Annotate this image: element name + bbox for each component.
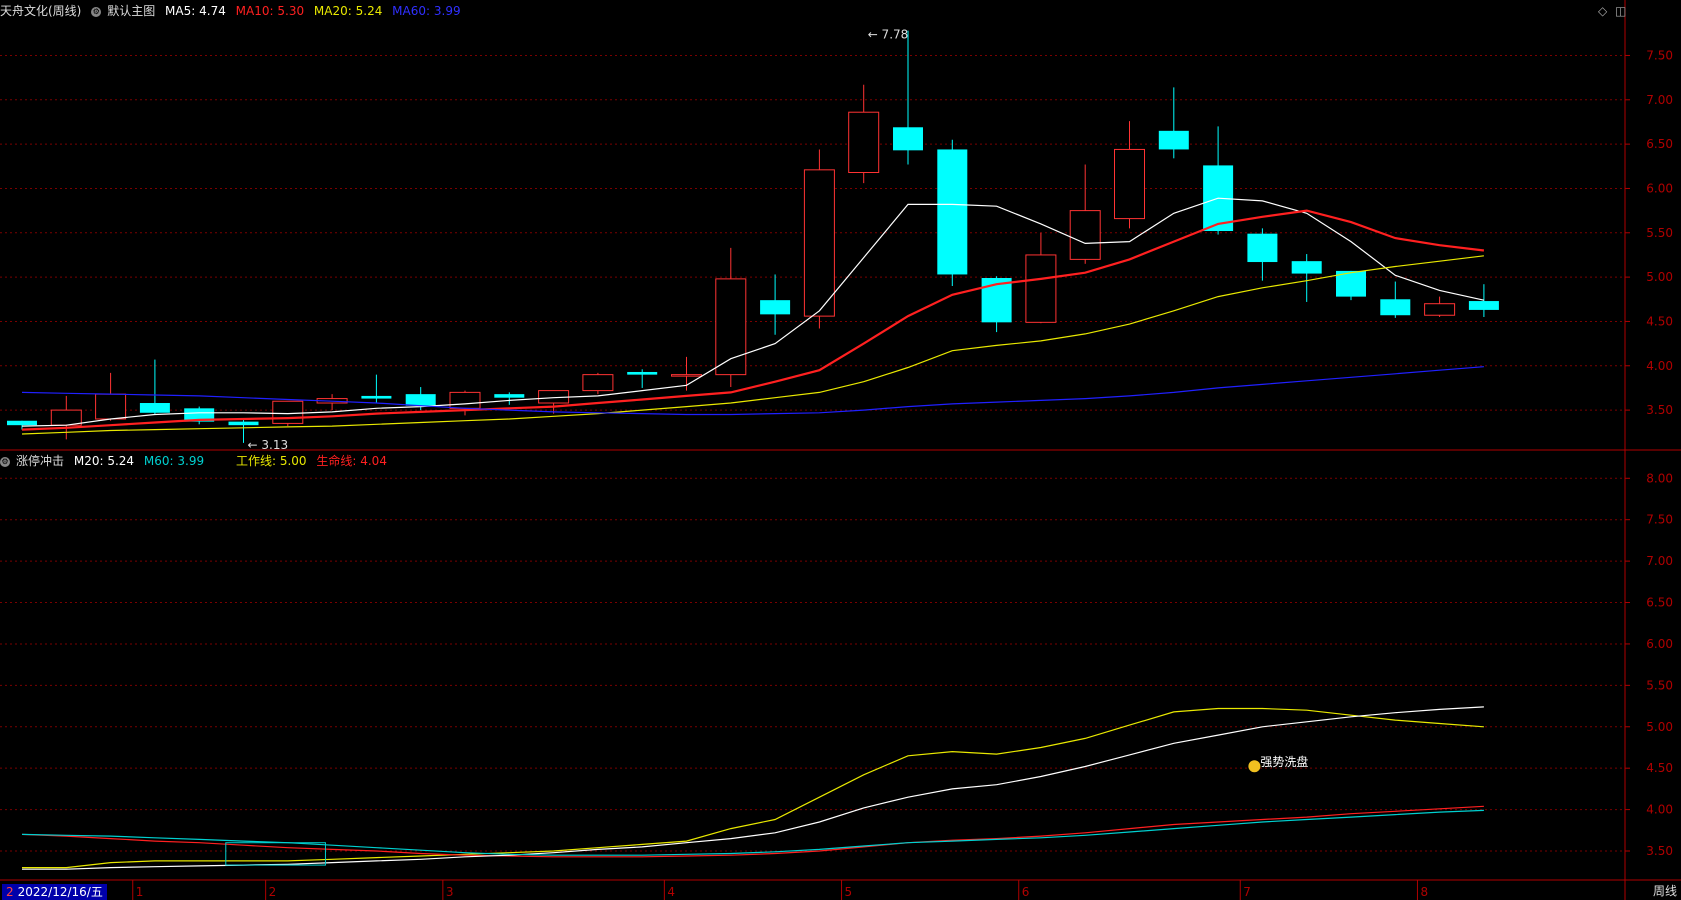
candle-body-up [1114, 148, 1145, 220]
bottom-y-tick-label: 4.50 [1646, 761, 1673, 775]
candle-body-up [50, 409, 82, 426]
bottom-y-tick-label: 5.50 [1646, 678, 1673, 692]
candle-body-up [1025, 254, 1057, 323]
candle-body-down [228, 421, 259, 426]
x-tick-label: 8 [1420, 885, 1428, 899]
bottom-y-tick-label: 3.50 [1646, 844, 1673, 858]
indicator-header: ⚙ 涨停冲击 M20: 5.24 M60: 3.99 工作线: 5.00 生命线:… [0, 451, 393, 471]
top-y-tick-label: 6.00 [1646, 181, 1673, 195]
x-tick-label: 6 [1022, 885, 1030, 899]
candle-body-up [803, 169, 835, 317]
period-button[interactable]: 周线 [1653, 883, 1677, 899]
ma20-line [21, 255, 1484, 435]
bottom-y-tick-label: 6.50 [1646, 596, 1673, 610]
cursor-date: 2 2022/12/16/五 [2, 884, 107, 900]
candle-body-down [893, 127, 923, 151]
x-tick-label: 4 [667, 885, 675, 899]
work-line-label: 工作线: 5.00 [235, 454, 307, 468]
candle-body-down [937, 149, 968, 275]
indicator-name[interactable]: 涨停冲击 [16, 454, 64, 468]
top-y-tick-label: 5.00 [1646, 270, 1673, 284]
main-chart-selector[interactable]: 默认主图 [107, 4, 155, 18]
candle-body-down [1468, 301, 1499, 310]
bottom-y-tick-label: 7.00 [1646, 554, 1673, 568]
m20-label: M20: 5.24 [73, 454, 135, 468]
ma60-line [21, 366, 1484, 416]
candle-body-down [7, 420, 37, 426]
smiley-icon [1248, 760, 1261, 773]
candle-body-down [361, 395, 392, 399]
indicator-line [22, 707, 1484, 869]
x-tick-label: 1 [136, 885, 144, 899]
candle-body-up [95, 393, 127, 420]
candle-body-down [405, 394, 436, 406]
top-y-tick-label: 5.50 [1646, 226, 1673, 240]
x-tick-label: 3 [446, 885, 454, 899]
bottom-y-tick-label: 6.00 [1646, 637, 1673, 651]
candle-body-down [1158, 130, 1189, 150]
x-tick-label: 7 [1243, 885, 1251, 899]
candle-body-up [449, 391, 481, 409]
stock-title: 天舟文化(周线) [0, 4, 82, 18]
extreme-price-label: ← 7.78 [868, 28, 909, 42]
candle-body-down [494, 394, 525, 398]
ma5-label: MA5: 4.74 [165, 4, 226, 18]
life-line-label: 生命线: 4.04 [316, 454, 387, 468]
candle-body-up [272, 400, 304, 424]
extreme-price-label: ← 3.13 [248, 438, 289, 452]
candle-body-down [627, 371, 658, 375]
indicator-line [21, 809, 1484, 856]
top-y-tick-label: 3.50 [1646, 403, 1673, 417]
top-y-tick-label: 7.00 [1646, 93, 1673, 107]
candle-body-up [1069, 210, 1101, 260]
chart-canvas[interactable]: 3.50 4.00 4.50 5.00 5.50 6.00 6.50 7.00 7.50 3.50… [0, 0, 1681, 900]
candle-body-down [1291, 261, 1322, 274]
bottom-y-tick-label: 5.00 [1646, 720, 1673, 734]
ma60-label: MA60: 3.99 [392, 4, 461, 18]
panel-toggle-icon[interactable]: ◫ [1615, 4, 1626, 18]
candle-body-down [1380, 299, 1411, 316]
top-y-tick-label: 7.50 [1646, 48, 1673, 62]
bottom-y-tick-label: 7.50 [1646, 513, 1673, 527]
candle-body-up [848, 111, 880, 173]
diamond-icon[interactable]: ◇ [1598, 4, 1607, 18]
bottom-y-tick-label: 8.00 [1646, 471, 1673, 485]
settings-icon[interactable]: ⚙ [91, 6, 102, 17]
top-y-tick-label: 4.50 [1646, 314, 1673, 328]
bottom-y-tick-label: 4.00 [1646, 803, 1673, 817]
indicator-settings-icon[interactable]: ⚙ [0, 456, 10, 467]
candle-body-down [760, 300, 791, 315]
start-marker: 2 [6, 885, 14, 899]
main-chart-header: 天舟文化(周线) ⚙ 默认主图 MA5: 4.74 MA10: 5.30 MA20… [0, 1, 467, 21]
signal-label: 强势洗盘 [1260, 754, 1308, 769]
x-tick-label: 2 [269, 885, 277, 899]
signal-box [225, 842, 326, 866]
indicator-line [21, 805, 1484, 858]
candle-body-up [671, 374, 702, 377]
candle-body-up [715, 278, 747, 376]
x-tick-label: 5 [845, 885, 853, 899]
candle-body-down [1247, 233, 1278, 263]
date-value: 2022/12/16/五 [17, 885, 103, 899]
ma20-label: MA20: 5.24 [313, 4, 383, 18]
candle-body-up [582, 374, 614, 392]
candle-body-up [1424, 303, 1456, 316]
ma10-label: MA10: 5.30 [235, 4, 305, 18]
m60-label: M60: 3.99 [143, 454, 205, 468]
top-y-tick-label: 4.00 [1646, 359, 1673, 373]
candle-body-down [139, 403, 170, 413]
top-y-tick-label: 6.50 [1646, 137, 1673, 151]
